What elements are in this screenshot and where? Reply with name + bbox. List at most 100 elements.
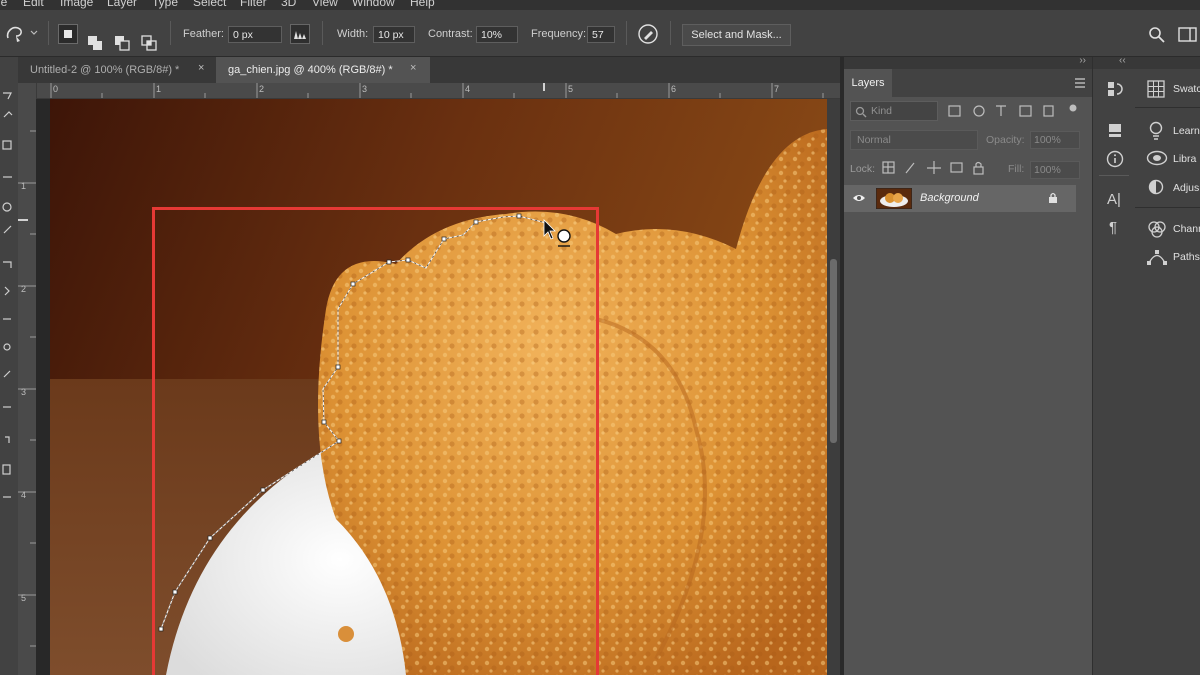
layers-panel: ›› Layers Kind Normal Opacity: 100% Lock… [844, 55, 1092, 675]
intersect-selection-icon[interactable] [140, 34, 160, 54]
contrast-input[interactable]: 10% [476, 26, 518, 43]
tab-ga-chien[interactable]: ga_chien.jpg @ 400% (RGB/8#) * [216, 57, 430, 83]
separator [1135, 107, 1200, 108]
ruler-number: 3 [362, 84, 368, 94]
lock-label: Lock: [850, 163, 876, 175]
menu-layer[interactable]: Layer [107, 0, 137, 9]
select-and-mask-button[interactable]: Select and Mask... [682, 24, 791, 46]
separator [1135, 207, 1200, 208]
highlight-box [152, 207, 599, 675]
vertical-scrollbar[interactable] [827, 99, 840, 675]
menu-type[interactable]: Type [152, 0, 178, 9]
character-icon[interactable]: A| [1107, 191, 1121, 208]
ruler-number: 4 [21, 490, 27, 500]
collapse-icon[interactable]: ‹‹ [1119, 55, 1126, 66]
layer-name[interactable]: Background [920, 192, 979, 204]
panel-paths[interactable]: Paths [1173, 251, 1200, 263]
panel-menu-icon[interactable] [1074, 78, 1086, 88]
ruler-number: 7 [774, 84, 780, 94]
workspace-icon[interactable] [1178, 26, 1198, 44]
close-tab-button[interactable]: × [410, 57, 416, 79]
lock-icons[interactable] [882, 160, 992, 176]
blend-mode-value: Normal [857, 134, 891, 146]
contrast-label: Contrast: [428, 28, 473, 40]
menu-edit[interactable]: Edit [23, 0, 44, 9]
ruler-number: 3 [21, 387, 27, 397]
paragraph-icon[interactable]: ¶ [1109, 219, 1117, 236]
separator [322, 21, 323, 45]
fill-label: Fill: [1008, 163, 1025, 175]
menu-3d[interactable]: 3D [281, 0, 296, 9]
subtract-from-selection-icon[interactable] [113, 34, 133, 54]
menu-window[interactable]: Window [352, 0, 395, 9]
menu-filter[interactable]: Filter [240, 0, 267, 9]
panel-swatches[interactable]: Swatc [1173, 83, 1200, 95]
menu-image[interactable]: Image [60, 0, 93, 9]
collapse-icon[interactable]: ›› [1079, 55, 1086, 66]
close-tab-button[interactable]: × [198, 57, 204, 79]
strip-collapse-bar[interactable]: ‹‹ [1093, 55, 1135, 69]
swatches-icon[interactable] [1147, 80, 1165, 98]
info-icon[interactable] [1106, 150, 1124, 168]
tab-label: ga_chien.jpg @ 400% (RGB/8#) * [228, 64, 393, 76]
ruler-number: 4 [465, 84, 471, 94]
menu-file[interactable]: le [0, 0, 7, 9]
fill-input[interactable]: 100% [1030, 161, 1080, 179]
channels-icon[interactable] [1147, 220, 1167, 238]
ruler-number: 1 [156, 84, 162, 94]
new-selection-button[interactable] [58, 24, 78, 44]
search-icon[interactable] [1148, 26, 1166, 44]
ruler-number: 1 [21, 181, 27, 191]
ruler-number: 6 [671, 84, 677, 94]
menu-select[interactable]: Select [193, 0, 226, 9]
history-icon[interactable] [1106, 80, 1124, 98]
width-input[interactable]: 10 px [373, 26, 415, 43]
opacity-label: Opacity: [986, 134, 1025, 146]
chevron-down-icon[interactable] [30, 30, 38, 36]
tab-layers[interactable]: Layers [844, 69, 892, 97]
panel-adjustments[interactable]: Adjus [1173, 182, 1199, 194]
scroll-thumb[interactable] [830, 259, 837, 443]
document-canvas[interactable] [36, 99, 827, 675]
separator [48, 21, 49, 45]
panel-icon-strip: ‹‹ A| ¶ [1092, 55, 1136, 675]
panel-learn[interactable]: Learn [1173, 125, 1200, 137]
ruler-number: 0 [53, 84, 59, 94]
feather-input[interactable]: 0 px [228, 26, 282, 43]
libraries-icon[interactable] [1146, 150, 1168, 166]
blend-mode-dropdown[interactable]: Normal [850, 130, 978, 150]
lightbulb-icon[interactable] [1148, 121, 1164, 141]
tab-untitled-2[interactable]: Untitled-2 @ 100% (RGB/8#) * [18, 57, 216, 83]
separator [626, 21, 627, 45]
ruler-ticks [18, 130, 36, 647]
document-tab-bar: Untitled-2 @ 100% (RGB/8#) * × ga_chien.… [18, 57, 840, 83]
ruler-number: 5 [21, 593, 27, 603]
tool-icons[interactable] [0, 57, 18, 675]
tools-panel [0, 57, 19, 675]
menu-help[interactable]: Help [410, 0, 435, 9]
filter-icons[interactable] [948, 104, 1088, 118]
panel-channels[interactable]: Chann [1173, 223, 1200, 235]
menu-view[interactable]: View [312, 0, 338, 9]
separator [170, 21, 171, 45]
frequency-input[interactable]: 57 [587, 26, 615, 43]
tablet-pressure-icon[interactable] [637, 23, 659, 45]
options-bar: Feather: 0 px Width: 10 px Contrast: 10%… [0, 10, 1200, 57]
layer-row-background[interactable]: Background [844, 185, 1076, 212]
paths-icon[interactable] [1146, 248, 1168, 266]
tab-label: Untitled-2 @ 100% (RGB/8#) * [30, 64, 180, 76]
pen-pressure-button[interactable] [290, 24, 310, 44]
separator [1099, 175, 1129, 176]
panel-collapse-bar[interactable]: ›› [844, 55, 1092, 69]
properties-icon[interactable] [1106, 121, 1124, 139]
magnetic-lasso-icon[interactable] [4, 22, 26, 44]
kind-filter-dropdown[interactable]: Kind [850, 101, 938, 121]
lock-icon[interactable] [1048, 192, 1058, 204]
add-to-selection-icon[interactable] [86, 34, 106, 54]
opacity-input[interactable]: 100% [1030, 131, 1080, 149]
panel-libraries[interactable]: Libra [1173, 153, 1196, 165]
eye-icon[interactable] [852, 193, 866, 203]
ruler-number: 5 [568, 84, 574, 94]
separator [670, 21, 671, 45]
adjustments-icon[interactable] [1148, 179, 1164, 195]
